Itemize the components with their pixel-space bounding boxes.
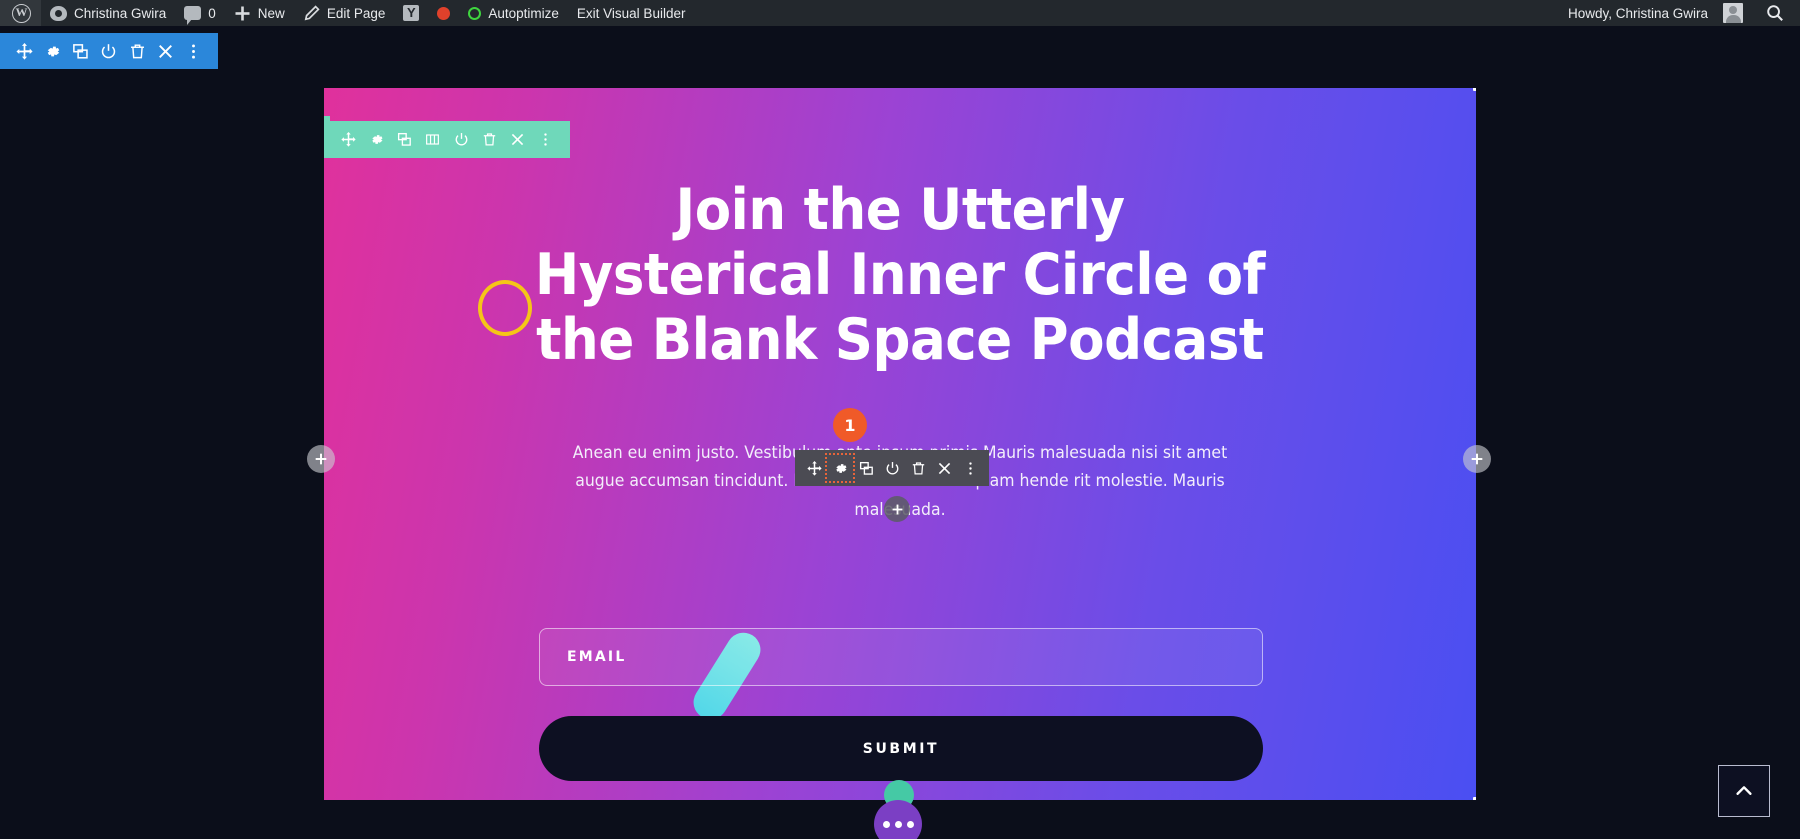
power-icon[interactable] <box>450 129 472 151</box>
add-section-left-button[interactable] <box>307 445 335 473</box>
admin-bar-yoast[interactable] <box>394 0 428 26</box>
wordpress-logo-icon <box>12 3 31 23</box>
step-badge: 1 <box>833 408 867 442</box>
plus-icon <box>1471 453 1483 465</box>
autoptimize-ring-icon <box>468 6 482 20</box>
pencil-icon <box>304 4 320 20</box>
more-options-icon <box>894 820 902 828</box>
duplicate-icon[interactable] <box>855 457 877 479</box>
gear-icon[interactable] <box>825 453 855 483</box>
admin-bar-right-group: Howdy, Christina Gwira <box>1559 0 1800 26</box>
site-dashboard-icon <box>50 5 67 21</box>
yoast-seo-icon <box>403 5 420 21</box>
admin-bar-wordpress-logo[interactable] <box>0 0 41 26</box>
avatar <box>1723 3 1743 23</box>
admin-bar-autoptimize-label: Autoptimize <box>488 5 559 21</box>
plus-icon <box>892 504 902 514</box>
trash-icon[interactable] <box>126 40 148 62</box>
email-input[interactable]: EMAIL <box>539 628 1263 686</box>
gear-icon[interactable] <box>365 129 387 151</box>
hero-section[interactable]: Join the Utterly Hysterical Inner Circle… <box>324 88 1476 800</box>
section-options-button[interactable] <box>874 800 922 839</box>
duplicate-icon[interactable] <box>70 40 92 62</box>
admin-bar-exit-label: Exit Visual Builder <box>576 5 686 21</box>
admin-bar-comment-count: 0 <box>208 5 216 21</box>
admin-bar-new-label: New <box>257 5 285 21</box>
row-toolbar[interactable] <box>324 116 570 158</box>
add-section-right-button[interactable] <box>1463 445 1491 473</box>
admin-bar-status[interactable] <box>428 0 459 26</box>
move-icon[interactable] <box>13 40 35 62</box>
power-icon[interactable] <box>98 40 120 62</box>
section-toolbar-top-left[interactable] <box>0 33 218 69</box>
gear-icon[interactable] <box>41 40 63 62</box>
admin-bar-edit-page[interactable]: Edit Page <box>294 0 395 26</box>
wp-admin-bar: Christina Gwira 0 New Edit Page Autoptim… <box>0 0 1800 26</box>
close-icon[interactable] <box>933 457 955 479</box>
comment-bubble-icon <box>184 6 202 25</box>
plus-icon <box>315 453 327 465</box>
trash-icon[interactable] <box>907 457 929 479</box>
red-status-dot-icon <box>437 6 451 20</box>
admin-bar-autoptimize[interactable]: Autoptimize <box>459 0 568 26</box>
move-icon[interactable] <box>803 457 825 479</box>
admin-bar-howdy-label: Howdy, Christina Gwira <box>1567 5 1708 21</box>
more-options-icon <box>882 820 890 828</box>
more-options-icon[interactable] <box>535 129 557 151</box>
admin-bar-exit-visual-builder[interactable]: Exit Visual Builder <box>568 0 695 26</box>
admin-bar-comments[interactable]: 0 <box>175 0 225 26</box>
chevron-up-icon <box>1736 786 1752 795</box>
submit-button[interactable]: SUBMIT <box>539 716 1263 781</box>
more-options-icon[interactable] <box>183 40 205 62</box>
admin-bar-site-name[interactable]: Christina Gwira <box>41 0 175 26</box>
admin-bar-my-account[interactable]: Howdy, Christina Gwira <box>1559 0 1752 26</box>
move-icon[interactable] <box>337 129 359 151</box>
builder-canvas: Join the Utterly Hysterical Inner Circle… <box>0 26 1800 839</box>
power-icon[interactable] <box>881 457 903 479</box>
hero-heading: Join the Utterly Hysterical Inner Circle… <box>534 177 1266 373</box>
section-handle-top-right[interactable] <box>1473 88 1476 91</box>
more-options-icon <box>906 820 914 828</box>
duplicate-icon[interactable] <box>394 129 416 151</box>
back-to-top-button[interactable] <box>1718 765 1770 817</box>
email-placeholder-label: EMAIL <box>567 649 627 665</box>
close-icon[interactable] <box>155 40 177 62</box>
section-handle-bottom-right[interactable] <box>1473 797 1476 800</box>
module-toolbar[interactable] <box>795 450 989 486</box>
close-icon[interactable] <box>507 129 529 151</box>
trash-icon[interactable] <box>478 129 500 151</box>
plus-icon <box>235 6 250 20</box>
admin-bar-new[interactable]: New <box>225 0 294 26</box>
columns-icon[interactable] <box>422 129 444 151</box>
add-module-button[interactable] <box>884 496 910 522</box>
more-options-icon[interactable] <box>959 457 981 479</box>
admin-bar-site-label: Christina Gwira <box>74 5 167 21</box>
admin-bar-edit-page-label: Edit Page <box>326 5 386 21</box>
search-icon <box>1767 5 1783 21</box>
admin-bar-search-button[interactable] <box>1752 4 1800 22</box>
